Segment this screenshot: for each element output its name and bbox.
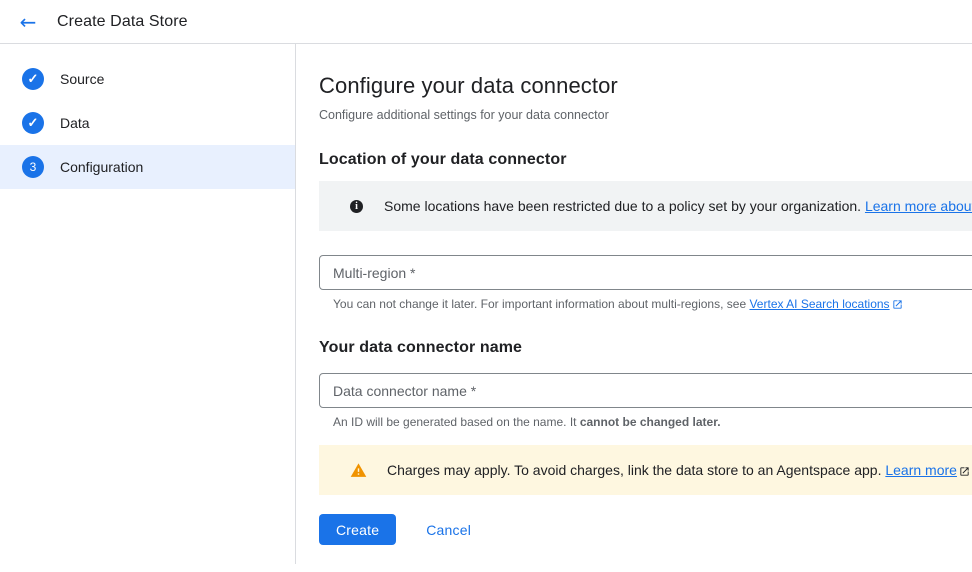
topbar: ← Create Data Store	[0, 0, 972, 44]
panel-title: Configure your data connector	[319, 73, 972, 99]
name-section-heading: Your data connector name	[319, 338, 972, 357]
page-title: Create Data Store	[57, 13, 188, 31]
step-label: Configuration	[60, 159, 143, 175]
learn-more-link[interactable]: Learn more	[885, 462, 970, 478]
check-circle-icon: ✓	[22, 68, 44, 90]
multi-region-select[interactable]	[319, 255, 972, 290]
check-circle-icon: ✓	[22, 112, 44, 134]
create-button[interactable]: Create	[319, 514, 396, 545]
multi-region-helper-text: You can not change it later. For importa…	[333, 297, 749, 311]
data-connector-name-input[interactable]	[319, 373, 972, 408]
back-button[interactable]: ←	[14, 8, 42, 36]
step-number-icon: 3	[22, 156, 44, 178]
step-label: Data	[60, 115, 90, 131]
location-restricted-info-banner: i Some locations have been restricted du…	[319, 181, 972, 231]
content: ✓ Source ✓ Data 3 Configuration Configur…	[0, 44, 972, 572]
external-link-icon	[892, 299, 903, 310]
link-label: Vertex AI Search locations	[749, 297, 889, 311]
info-banner-message: Some locations have been restricted due …	[384, 198, 865, 214]
connector-name-helper-text: An ID will be generated based on the nam…	[333, 415, 580, 429]
connector-name-helper-bold: cannot be changed later.	[580, 415, 721, 429]
warning-banner-message: Charges may apply. To avoid charges, lin…	[387, 462, 885, 478]
configuration-panel: Configure your data connector Configure …	[296, 44, 972, 572]
step-data[interactable]: ✓ Data	[0, 101, 295, 145]
external-link-icon	[959, 466, 970, 477]
form-actions: Create Cancel	[319, 514, 972, 545]
vertex-ai-search-locations-link[interactable]: Vertex AI Search locations	[749, 297, 902, 311]
panel-subtitle: Configure additional settings for your d…	[319, 108, 972, 123]
warning-icon	[350, 462, 367, 479]
step-source[interactable]: ✓ Source	[0, 57, 295, 101]
warning-banner-text: Charges may apply. To avoid charges, lin…	[387, 462, 970, 478]
learn-more-about-link[interactable]: Learn more about	[865, 198, 972, 214]
connector-name-helper: An ID will be generated based on the nam…	[319, 415, 972, 429]
arrow-back-icon: ←	[20, 10, 37, 34]
link-label: Learn more	[885, 462, 957, 478]
multi-region-helper: You can not change it later. For importa…	[319, 297, 972, 311]
stepper-sidebar: ✓ Source ✓ Data 3 Configuration	[0, 44, 296, 564]
step-configuration[interactable]: 3 Configuration	[0, 145, 295, 189]
info-icon: i	[350, 200, 363, 213]
location-section-heading: Location of your data connector	[319, 150, 972, 169]
cancel-button[interactable]: Cancel	[418, 522, 479, 538]
step-label: Source	[60, 71, 104, 87]
charges-warning-banner: Charges may apply. To avoid charges, lin…	[319, 445, 972, 495]
info-banner-text: Some locations have been restricted due …	[384, 198, 972, 214]
